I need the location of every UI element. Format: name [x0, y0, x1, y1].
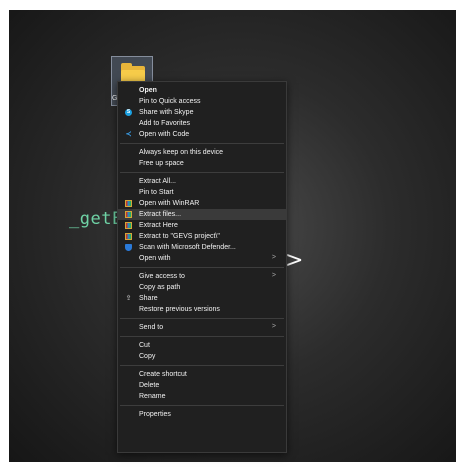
menu-item-label: Copy as path	[139, 284, 181, 291]
defender-icon	[125, 244, 132, 251]
menu-item-rename[interactable]: Rename	[118, 391, 286, 402]
menu-separator	[120, 405, 284, 406]
menu-item-label: Open with	[139, 255, 171, 262]
winrar-icon	[125, 222, 132, 229]
background-code-text: _getE	[69, 209, 123, 229]
menu-item-open-with[interactable]: Open with >	[118, 253, 286, 264]
menu-item-label: Always keep on this device	[139, 149, 224, 156]
menu-item-restore-previous-versions[interactable]: Restore previous versions	[118, 304, 286, 315]
winrar-icon	[125, 200, 132, 207]
menu-item-pin-to-start[interactable]: Pin to Start	[118, 187, 286, 198]
winrar-icon	[125, 211, 132, 218]
menu-item-share-with-skype[interactable]: S Share with Skype	[118, 107, 286, 118]
menu-separator	[120, 365, 284, 366]
menu-item-label: Send to	[139, 324, 164, 331]
chevron-right-icon: >	[271, 323, 276, 330]
menu-item-extract-all[interactable]: Extract All...	[118, 176, 286, 187]
menu-item-add-to-favorites[interactable]: Add to Favorites	[118, 118, 286, 129]
menu-item-free-up-space[interactable]: Free up space	[118, 158, 286, 169]
menu-item-pin-to-quick-access[interactable]: Pin to Quick access	[118, 96, 286, 107]
menu-item-scan-with-microsoft-defender[interactable]: Scan with Microsoft Defender...	[118, 242, 286, 253]
menu-item-create-shortcut[interactable]: Create shortcut	[118, 369, 286, 380]
share-icon: ⇪	[125, 295, 132, 302]
menu-separator	[120, 267, 284, 268]
menu-item-cut[interactable]: Cut	[118, 340, 286, 351]
menu-item-label: Open with WinRAR	[139, 200, 200, 207]
menu-item-label: Extract files...	[139, 211, 182, 218]
menu-item-extract-files[interactable]: Extract files...	[118, 209, 286, 220]
menu-item-label: Extract Here	[139, 222, 178, 229]
menu-item-label: Restore previous versions	[139, 306, 220, 313]
menu-item-label: Create shortcut	[139, 371, 187, 378]
menu-item-open-with-code[interactable]: ≺ Open with Code	[118, 129, 286, 140]
menu-item-label: Rename	[139, 393, 166, 400]
vscode-icon: ≺	[125, 131, 132, 138]
menu-item-label: Give access to	[139, 273, 185, 280]
menu-item-always-keep-on-this-device[interactable]: Always keep on this device	[118, 147, 286, 158]
menu-item-label: Open with Code	[139, 131, 190, 138]
menu-item-share[interactable]: ⇪ Share	[118, 293, 286, 304]
menu-item-label: Extract All...	[139, 178, 176, 185]
menu-separator	[120, 143, 284, 144]
menu-item-label: Open	[139, 87, 157, 94]
winrar-icon	[125, 233, 132, 240]
skype-icon: S	[125, 109, 132, 116]
menu-item-label: Cut	[139, 342, 150, 349]
menu-item-label: Free up space	[139, 160, 184, 167]
menu-item-label: Share with Skype	[139, 109, 194, 116]
menu-item-copy[interactable]: Copy	[118, 351, 286, 362]
menu-item-label: Share	[139, 295, 158, 302]
chevron-right-icon: >	[271, 254, 276, 261]
menu-item-label: Copy	[139, 353, 156, 360]
menu-item-open-with-winrar[interactable]: Open with WinRAR	[118, 198, 286, 209]
menu-item-open[interactable]: Open	[118, 85, 286, 96]
menu-item-extract-to-gevs-project[interactable]: Extract to "GEVS project\"	[118, 231, 286, 242]
menu-separator	[120, 172, 284, 173]
menu-item-give-access-to[interactable]: Give access to >	[118, 271, 286, 282]
menu-item-label: Scan with Microsoft Defender...	[139, 244, 236, 251]
menu-separator	[120, 318, 284, 319]
menu-item-delete[interactable]: Delete	[118, 380, 286, 391]
menu-item-send-to[interactable]: Send to >	[118, 322, 286, 333]
menu-item-label: Pin to Start	[139, 189, 174, 196]
menu-item-properties[interactable]: Properties	[118, 409, 286, 420]
menu-item-label: Pin to Quick access	[139, 98, 201, 105]
menu-item-label: Properties	[139, 411, 171, 418]
chevron-right-icon: >	[271, 272, 276, 279]
background-arrow-icon: >	[285, 248, 304, 273]
menu-item-copy-as-path[interactable]: Copy as path	[118, 282, 286, 293]
menu-item-label: Extract to "GEVS project\"	[139, 233, 220, 240]
menu-separator	[120, 336, 284, 337]
menu-item-label: Delete	[139, 382, 160, 389]
context-menu: Open Pin to Quick access S Share with Skype…	[117, 81, 287, 453]
menu-item-extract-here[interactable]: Extract Here	[118, 220, 286, 231]
menu-item-label: Add to Favorites	[139, 120, 190, 127]
